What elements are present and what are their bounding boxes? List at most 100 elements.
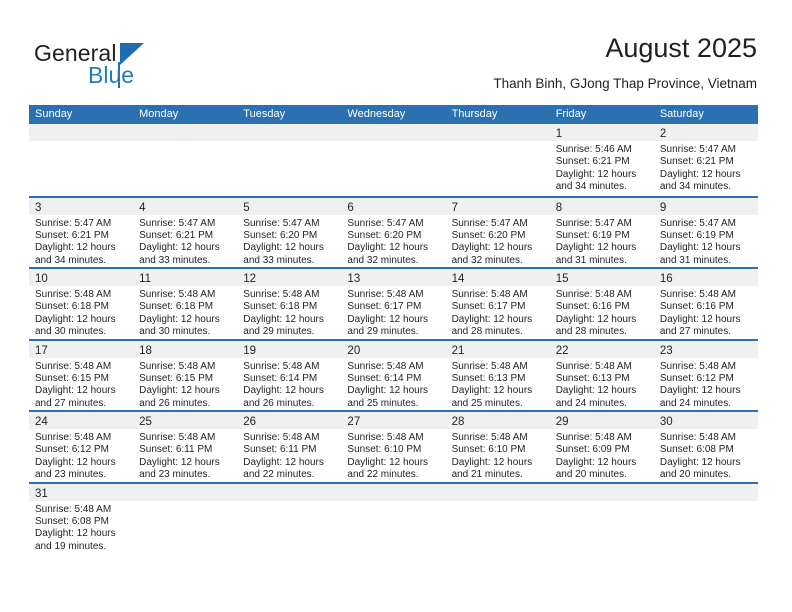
calendar-page: General Blue August 2025 Thanh Binh, GJo…: [0, 0, 792, 612]
day-number-band: 15: [549, 269, 654, 286]
calendar-day-cell[interactable]: 25 Sunrise: 5:48 AM Sunset: 6:11 PM Dayligh…: [133, 412, 238, 482]
day-detail-lines: Sunrise: 5:48 AM Sunset: 6:12 PM Daylight:…: [35, 429, 131, 482]
day-detail-lines: Sunrise: 5:48 AM Sunset: 6:17 PM Daylight:…: [347, 286, 443, 339]
calendar-day-cell[interactable]: 20 Sunrise: 5:48 AM Sunset: 6:14 PM Dayligh…: [341, 340, 446, 411]
day-number-band: [29, 124, 134, 141]
general-blue-logo[interactable]: General Blue: [34, 40, 264, 92]
daylight-text-cont: and 25 minutes.: [451, 397, 523, 409]
calendar-day-cell[interactable]: 21 Sunrise: 5:48 AM Sunset: 6:13 PM Dayligh…: [445, 340, 550, 411]
day-number-band: 22: [549, 340, 654, 358]
calendar-day-cell[interactable]: 7 Sunrise: 5:47 AM Sunset: 6:20 PM Daylight…: [445, 197, 550, 268]
day-number-band: 23: [653, 340, 758, 358]
sunset-text: Sunset: 6:18 PM: [139, 301, 214, 313]
calendar-day-cell[interactable]: 3 Sunrise: 5:47 AM Sunset: 6:21 PM Daylight…: [29, 197, 134, 268]
day-number-band: 10: [29, 269, 134, 286]
sunset-text: Sunset: 6:19 PM: [659, 229, 734, 241]
daylight-text-cont: and 31 minutes.: [555, 254, 627, 266]
calendar-day-cell[interactable]: 23 Sunrise: 5:48 AM Sunset: 6:12 PM Dayligh…: [653, 340, 758, 411]
sunset-text: Sunset: 6:21 PM: [659, 156, 734, 168]
day-number: 9: [659, 201, 667, 214]
day-number: 22: [555, 344, 569, 357]
calendar-day-cell[interactable]: 24 Sunrise: 5:48 AM Sunset: 6:12 PM Dayligh…: [29, 412, 134, 482]
daylight-text: Daylight: 12 hours: [659, 242, 741, 254]
calendar-day-cell[interactable]: 15 Sunrise: 5:48 AM Sunset: 6:16 PM Dayligh…: [549, 269, 654, 339]
calendar-day-cell[interactable]: 31 Sunrise: 5:48 AM Sunset: 6:08 PM Dayligh…: [29, 483, 134, 554]
calendar-day-cell[interactable]: 22 Sunrise: 5:48 AM Sunset: 6:13 PM Dayligh…: [549, 340, 654, 411]
calendar-day-cell[interactable]: 10 Sunrise: 5:48 AM Sunset: 6:18 PM Dayligh…: [29, 269, 134, 339]
daylight-text: Daylight: 12 hours: [451, 456, 533, 468]
day-number: 15: [555, 273, 569, 285]
day-detail-lines: Sunrise: 5:48 AM Sunset: 6:10 PM Daylight:…: [347, 429, 443, 482]
calendar-day-cell-empty: [133, 483, 238, 554]
calendar-day-cell[interactable]: 18 Sunrise: 5:48 AM Sunset: 6:15 PM Dayligh…: [133, 340, 238, 411]
calendar-day-cell[interactable]: 30 Sunrise: 5:48 AM Sunset: 6:08 PM Dayligh…: [653, 412, 758, 482]
sunset-text: Sunset: 6:08 PM: [35, 515, 109, 527]
daylight-text-cont: and 29 minutes.: [243, 326, 315, 338]
page-title: August 2025: [605, 33, 757, 63]
day-number-band: 26: [237, 412, 342, 429]
calendar-day-cell[interactable]: 28 Sunrise: 5:48 AM Sunset: 6:10 PM Dayligh…: [445, 412, 550, 482]
calendar-grid: Sunday Monday Tuesday Wednesday Thursday…: [29, 105, 758, 553]
day-detail-lines: Sunrise: 5:48 AM Sunset: 6:13 PM Daylight:…: [556, 358, 652, 411]
sunrise-text: Sunrise: 5:47 AM: [139, 217, 216, 229]
sunset-text: Sunset: 6:11 PM: [139, 444, 213, 456]
sunrise-text: Sunrise: 5:48 AM: [139, 360, 216, 372]
daylight-text-cont: and 34 minutes.: [35, 254, 107, 266]
calendar-week-row: 17 Sunrise: 5:48 AM Sunset: 6:15 PM Dayligh…: [29, 338, 758, 411]
day-number-band: 9: [653, 197, 758, 215]
day-number: 12: [243, 273, 257, 285]
calendar-day-cell[interactable]: 4 Sunrise: 5:47 AM Sunset: 6:21 PM Daylight…: [133, 197, 238, 268]
calendar-day-cell[interactable]: 29 Sunrise: 5:48 AM Sunset: 6:09 PM Dayligh…: [549, 412, 654, 482]
day-number-band: 17: [29, 340, 134, 358]
calendar-day-cell[interactable]: 1 Sunrise: 5:46 AM Sunset: 6:21 PM Daylight…: [549, 124, 654, 196]
calendar-day-cell[interactable]: 27 Sunrise: 5:48 AM Sunset: 6:10 PM Dayligh…: [341, 412, 446, 482]
calendar-day-cell[interactable]: 12 Sunrise: 5:48 AM Sunset: 6:18 PM Dayligh…: [237, 269, 342, 339]
sunrise-text: Sunrise: 5:48 AM: [451, 432, 528, 443]
calendar-week-row: 24 Sunrise: 5:48 AM Sunset: 6:12 PM Dayligh…: [29, 410, 758, 482]
day-header-saturday: Saturday: [659, 108, 704, 120]
daylight-text-cont: and 32 minutes.: [347, 254, 419, 266]
calendar-day-cell[interactable]: 8 Sunrise: 5:47 AM Sunset: 6:19 PM Daylight…: [549, 197, 654, 268]
day-number-band: 11: [133, 269, 238, 286]
day-number: 10: [35, 273, 48, 285]
day-detail-lines: Sunrise: 5:47 AM Sunset: 6:19 PM Daylight:…: [556, 215, 652, 268]
day-number: 23: [659, 344, 673, 357]
daylight-text-cont: and 20 minutes.: [659, 469, 732, 481]
calendar-day-cell[interactable]: 16 Sunrise: 5:48 AM Sunset: 6:16 PM Dayligh…: [653, 269, 758, 339]
day-number: 6: [347, 201, 354, 214]
calendar-day-cell[interactable]: 6 Sunrise: 5:47 AM Sunset: 6:20 PM Daylight…: [341, 197, 446, 268]
daylight-text: Daylight: 12 hours: [35, 456, 116, 468]
day-number-band: [237, 124, 342, 141]
calendar-day-cell[interactable]: 11 Sunrise: 5:48 AM Sunset: 6:18 PM Dayligh…: [133, 269, 238, 339]
day-detail-lines: Sunrise: 5:47 AM Sunset: 6:21 PM Daylight:…: [660, 141, 756, 194]
day-number: 26: [243, 416, 257, 428]
calendar-day-cell[interactable]: 9 Sunrise: 5:47 AM Sunset: 6:19 PM Daylight…: [653, 197, 758, 268]
calendar-day-cell[interactable]: 5 Sunrise: 5:47 AM Sunset: 6:20 PM Daylight…: [237, 197, 342, 268]
daylight-text: Daylight: 12 hours: [243, 313, 324, 325]
calendar-day-cell[interactable]: 2 Sunrise: 5:47 AM Sunset: 6:21 PM Daylight…: [653, 124, 758, 196]
calendar-week-row: 1 Sunrise: 5:46 AM Sunset: 6:21 PM Daylight…: [29, 124, 758, 196]
calendar-day-cell-empty: [341, 124, 446, 196]
day-number-band: 14: [445, 269, 550, 286]
daylight-text-cont: and 33 minutes.: [243, 254, 315, 266]
calendar-day-cell[interactable]: 13 Sunrise: 5:48 AM Sunset: 6:17 PM Dayligh…: [341, 269, 446, 339]
calendar-day-cell[interactable]: 19 Sunrise: 5:48 AM Sunset: 6:14 PM Dayligh…: [237, 340, 342, 411]
daylight-text: Daylight: 12 hours: [243, 242, 324, 254]
calendar-day-cell[interactable]: 17 Sunrise: 5:48 AM Sunset: 6:15 PM Dayligh…: [29, 340, 134, 411]
day-detail-lines: Sunrise: 5:48 AM Sunset: 6:14 PM Daylight:…: [243, 358, 339, 411]
day-number-band: 25: [133, 412, 238, 429]
calendar-day-cell[interactable]: 14 Sunrise: 5:48 AM Sunset: 6:17 PM Dayligh…: [445, 269, 550, 339]
sunset-text: Sunset: 6:09 PM: [555, 444, 630, 456]
day-detail-lines: Sunrise: 5:47 AM Sunset: 6:20 PM Daylight:…: [347, 215, 443, 268]
day-number-band: 3: [29, 197, 134, 215]
day-detail-lines: Sunrise: 5:48 AM Sunset: 6:14 PM Daylight:…: [347, 358, 443, 411]
calendar-day-cell[interactable]: 26 Sunrise: 5:48 AM Sunset: 6:11 PM Dayligh…: [237, 412, 342, 482]
day-number: 20: [347, 344, 361, 357]
daylight-text: Daylight: 12 hours: [139, 456, 220, 468]
sunrise-text: Sunrise: 5:47 AM: [347, 217, 424, 229]
sunset-text: Sunset: 6:14 PM: [347, 372, 422, 384]
calendar-week-row: 10 Sunrise: 5:48 AM Sunset: 6:18 PM Dayligh…: [29, 267, 758, 339]
daylight-text-cont: and 24 minutes.: [555, 397, 627, 409]
day-number-band: 1: [549, 124, 654, 141]
daylight-text: Daylight: 12 hours: [659, 456, 741, 468]
